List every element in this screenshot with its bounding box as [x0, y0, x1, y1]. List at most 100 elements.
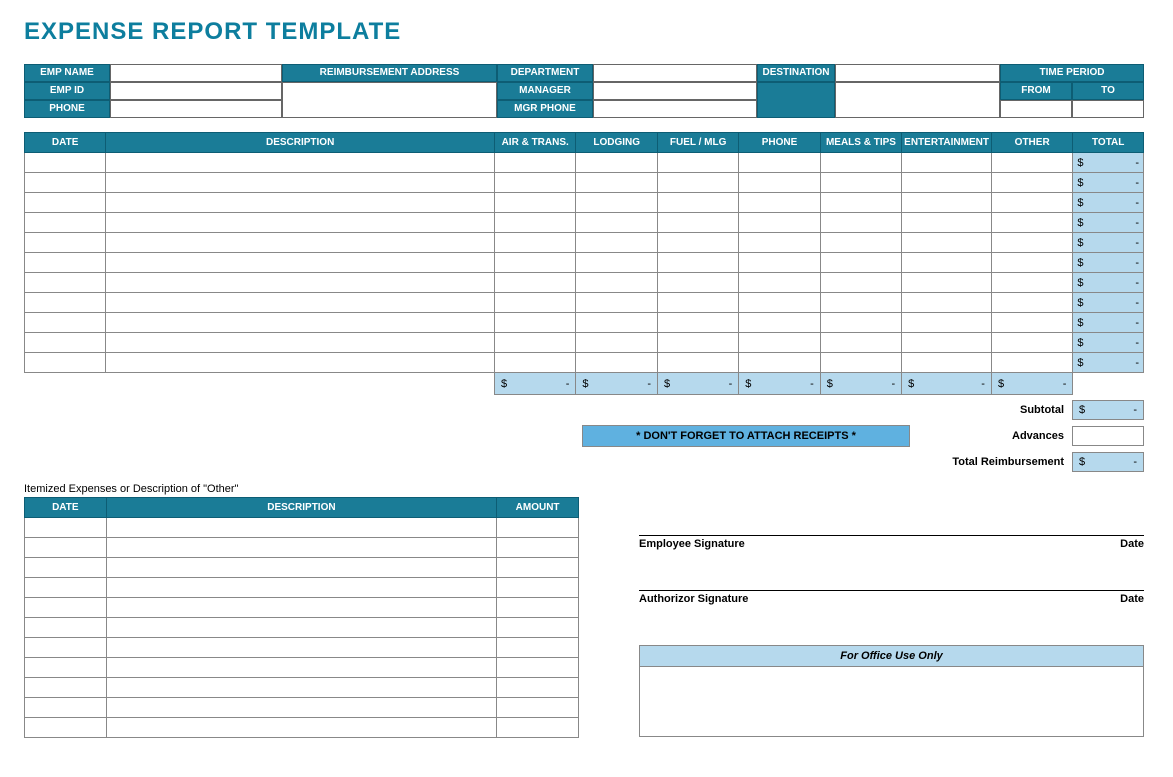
expense-cell[interactable]	[820, 213, 901, 233]
expense-cell[interactable]	[991, 153, 1072, 173]
expense-cell[interactable]	[576, 153, 658, 173]
itemized-cell[interactable]	[497, 638, 579, 658]
itemized-cell[interactable]	[106, 678, 497, 698]
expense-cell[interactable]	[25, 253, 106, 273]
emp-id-input[interactable]	[110, 82, 282, 100]
itemized-cell[interactable]	[25, 718, 107, 738]
expense-cell[interactable]	[494, 213, 575, 233]
expense-cell[interactable]	[576, 333, 658, 353]
expense-cell[interactable]	[25, 213, 106, 233]
expense-cell[interactable]	[902, 313, 992, 333]
expense-cell[interactable]	[106, 193, 495, 213]
expense-cell[interactable]	[820, 153, 901, 173]
expense-cell[interactable]	[902, 333, 992, 353]
itemized-cell[interactable]	[25, 598, 107, 618]
expense-cell[interactable]	[739, 293, 820, 313]
reimb-addr-input[interactable]	[282, 82, 497, 100]
expense-cell[interactable]	[658, 213, 739, 233]
expense-cell[interactable]	[576, 353, 658, 373]
expense-cell[interactable]	[576, 213, 658, 233]
expense-cell[interactable]	[902, 193, 992, 213]
purpose-input[interactable]	[835, 100, 1000, 118]
expense-cell[interactable]	[106, 173, 495, 193]
expense-cell[interactable]	[25, 313, 106, 333]
expense-cell[interactable]	[739, 213, 820, 233]
expense-cell[interactable]	[820, 293, 901, 313]
expense-cell[interactable]	[991, 313, 1072, 333]
expense-cell[interactable]	[739, 353, 820, 373]
expense-cell[interactable]	[991, 213, 1072, 233]
expense-cell[interactable]	[25, 153, 106, 173]
expense-cell[interactable]	[739, 193, 820, 213]
manager-input[interactable]	[593, 82, 757, 100]
expense-cell[interactable]	[739, 173, 820, 193]
itemized-cell[interactable]	[106, 538, 497, 558]
expense-cell[interactable]	[820, 173, 901, 193]
reimb-addr-input-2[interactable]	[282, 100, 497, 118]
expense-cell[interactable]	[576, 193, 658, 213]
from-input[interactable]	[1000, 100, 1072, 118]
expense-cell[interactable]	[658, 293, 739, 313]
expense-cell[interactable]	[576, 273, 658, 293]
itemized-cell[interactable]	[106, 558, 497, 578]
expense-cell[interactable]	[576, 253, 658, 273]
mgr-phone-input[interactable]	[593, 100, 757, 118]
expense-cell[interactable]	[25, 353, 106, 373]
expense-cell[interactable]	[902, 293, 992, 313]
expense-cell[interactable]	[576, 233, 658, 253]
expense-cell[interactable]	[658, 353, 739, 373]
itemized-cell[interactable]	[497, 538, 579, 558]
expense-cell[interactable]	[991, 333, 1072, 353]
expense-cell[interactable]	[739, 273, 820, 293]
expense-cell[interactable]	[494, 353, 575, 373]
expense-cell[interactable]	[494, 153, 575, 173]
expense-cell[interactable]	[25, 233, 106, 253]
expense-cell[interactable]	[658, 233, 739, 253]
itemized-cell[interactable]	[25, 698, 107, 718]
expense-cell[interactable]	[991, 353, 1072, 373]
itemized-cell[interactable]	[25, 618, 107, 638]
expense-cell[interactable]	[739, 153, 820, 173]
expense-cell[interactable]	[576, 313, 658, 333]
expense-cell[interactable]	[576, 293, 658, 313]
expense-cell[interactable]	[494, 193, 575, 213]
expense-cell[interactable]	[106, 353, 495, 373]
expense-cell[interactable]	[820, 253, 901, 273]
itemized-cell[interactable]	[25, 558, 107, 578]
expense-cell[interactable]	[820, 333, 901, 353]
expense-cell[interactable]	[106, 333, 495, 353]
itemized-cell[interactable]	[497, 598, 579, 618]
itemized-cell[interactable]	[497, 718, 579, 738]
expense-cell[interactable]	[25, 193, 106, 213]
expense-cell[interactable]	[25, 293, 106, 313]
itemized-cell[interactable]	[106, 638, 497, 658]
itemized-cell[interactable]	[497, 558, 579, 578]
to-input[interactable]	[1072, 100, 1144, 118]
expense-cell[interactable]	[658, 253, 739, 273]
expense-cell[interactable]	[902, 233, 992, 253]
expense-cell[interactable]	[991, 253, 1072, 273]
expense-cell[interactable]	[739, 333, 820, 353]
expense-cell[interactable]	[820, 193, 901, 213]
expense-cell[interactable]	[902, 173, 992, 193]
expense-cell[interactable]	[494, 273, 575, 293]
expense-cell[interactable]	[494, 253, 575, 273]
expense-cell[interactable]	[739, 253, 820, 273]
itemized-cell[interactable]	[106, 658, 497, 678]
itemized-cell[interactable]	[497, 678, 579, 698]
expense-cell[interactable]	[576, 173, 658, 193]
expense-cell[interactable]	[494, 173, 575, 193]
expense-cell[interactable]	[106, 293, 495, 313]
expense-cell[interactable]	[902, 273, 992, 293]
expense-cell[interactable]	[820, 273, 901, 293]
itemized-cell[interactable]	[25, 638, 107, 658]
office-use-body[interactable]	[639, 667, 1144, 737]
expense-cell[interactable]	[658, 153, 739, 173]
expense-cell[interactable]	[25, 173, 106, 193]
phone-input[interactable]	[110, 100, 282, 118]
itemized-cell[interactable]	[106, 698, 497, 718]
itemized-cell[interactable]	[25, 658, 107, 678]
expense-cell[interactable]	[991, 273, 1072, 293]
expense-cell[interactable]	[106, 253, 495, 273]
expense-cell[interactable]	[902, 253, 992, 273]
